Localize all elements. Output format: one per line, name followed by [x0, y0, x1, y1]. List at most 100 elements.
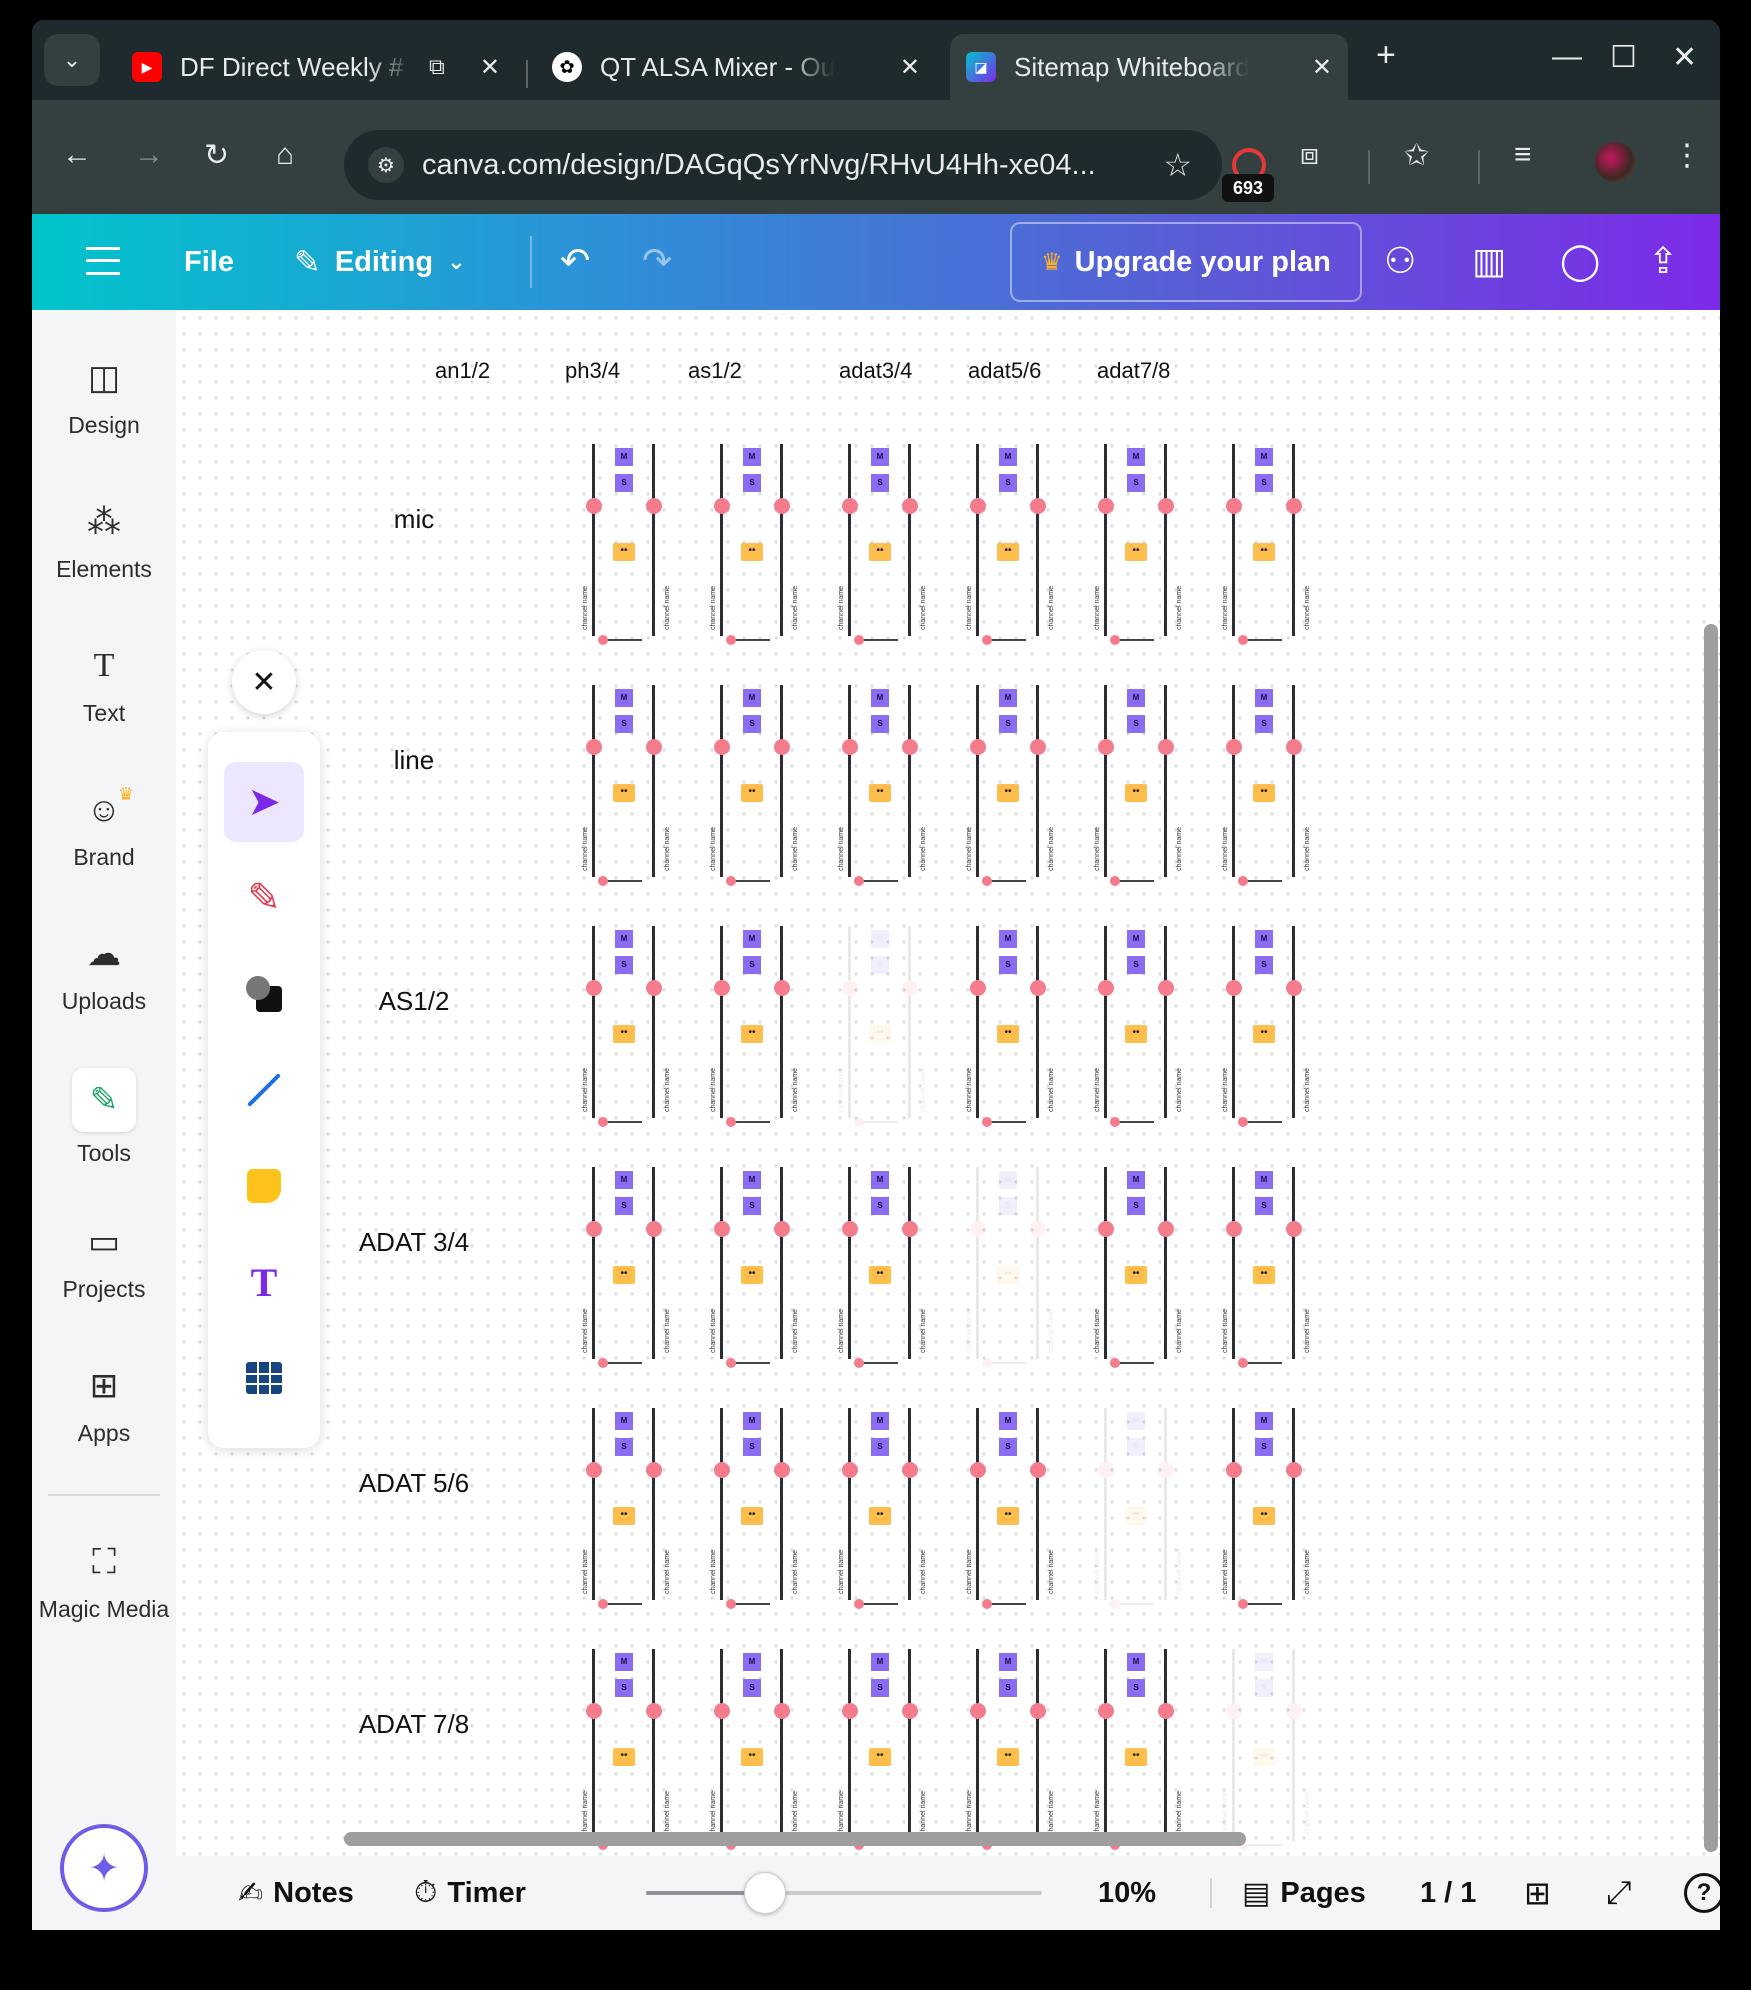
- mute-button[interactable]: M: [1127, 1653, 1145, 1671]
- balance-handle[interactable]: [1110, 876, 1120, 886]
- fader-handle[interactable]: [970, 739, 986, 755]
- whiteboard-canvas[interactable]: an1/2 ph3/4 as1/2 adat3/4 adat5/6 adat7/8 mic M…: [176, 310, 1720, 1856]
- fader-handle[interactable]: [586, 1221, 602, 1237]
- solo-button[interactable]: S: [1255, 1438, 1273, 1456]
- page-counter[interactable]: 1 / 1: [1420, 1856, 1476, 1930]
- fader-track[interactable]: [976, 1167, 979, 1359]
- mute-button[interactable]: M: [615, 1653, 633, 1671]
- mixer-strip[interactable]: M S •• channel name channel name: [832, 444, 932, 645]
- column-header[interactable]: adat5/6: [968, 358, 1041, 384]
- fader-handle[interactable]: [1030, 1462, 1046, 1478]
- fader-track[interactable]: [780, 1408, 783, 1600]
- sidebar-item-projects[interactable]: ▭ Projects: [32, 1222, 176, 1303]
- link-button[interactable]: ••: [613, 543, 635, 561]
- column-header[interactable]: adat3/4: [839, 358, 912, 384]
- pages-button[interactable]: ▤ Pages: [1242, 1856, 1366, 1930]
- sidebar-item-tools[interactable]: ✎ Tools: [32, 1068, 176, 1167]
- mixer-strip[interactable]: M S •• channel name channel name: [576, 685, 676, 886]
- balance-handle[interactable]: [854, 1358, 864, 1368]
- mixer-strip[interactable]: M S •• channel name channel name: [960, 926, 1060, 1127]
- fader-handle[interactable]: [902, 1221, 918, 1237]
- pen-tool[interactable]: ✎: [224, 858, 304, 938]
- close-tab-icon[interactable]: ✕: [480, 53, 500, 82]
- zoom-slider[interactable]: [646, 1891, 1042, 1895]
- timer-button[interactable]: ⏱ Timer: [414, 1856, 526, 1930]
- mute-button[interactable]: M: [615, 448, 633, 466]
- mute-button[interactable]: M: [743, 930, 761, 948]
- solo-button[interactable]: S: [615, 956, 633, 974]
- solo-button[interactable]: S: [871, 956, 889, 974]
- mixer-strip[interactable]: M S •• channel name channel name: [960, 685, 1060, 886]
- balance-handle[interactable]: [598, 1599, 608, 1609]
- mute-button[interactable]: M: [871, 448, 889, 466]
- mute-button[interactable]: M: [743, 448, 761, 466]
- solo-button[interactable]: S: [743, 1197, 761, 1215]
- fader-track[interactable]: [1232, 1649, 1235, 1841]
- redo-icon[interactable]: ↷: [642, 240, 672, 282]
- fader-handle[interactable]: [586, 739, 602, 755]
- fader-track[interactable]: [1292, 1408, 1295, 1600]
- fader-handle[interactable]: [902, 1703, 918, 1719]
- link-button[interactable]: ••: [1125, 1507, 1147, 1525]
- fader-handle[interactable]: [1030, 739, 1046, 755]
- mixer-strip[interactable]: M S •• channel name channel name: [1216, 926, 1316, 1127]
- mute-button[interactable]: M: [1127, 930, 1145, 948]
- media-control-icon[interactable]: ≡: [1514, 138, 1532, 172]
- fader-handle[interactable]: [1286, 739, 1302, 755]
- solo-button[interactable]: S: [1255, 1197, 1273, 1215]
- solo-button[interactable]: S: [615, 1197, 633, 1215]
- mixer-strip[interactable]: M S •• channel name channel name: [960, 444, 1060, 645]
- vertical-scrollbar[interactable]: [1704, 624, 1718, 1852]
- fader-handle[interactable]: [1098, 1703, 1114, 1719]
- fader-track[interactable]: [1292, 444, 1295, 636]
- fader-track[interactable]: [848, 926, 851, 1118]
- mute-button[interactable]: M: [999, 689, 1017, 707]
- solo-button[interactable]: S: [743, 956, 761, 974]
- mute-button[interactable]: M: [743, 689, 761, 707]
- fader-track[interactable]: [976, 1408, 979, 1600]
- fader-track[interactable]: [1104, 926, 1107, 1118]
- fader-track[interactable]: [1036, 444, 1039, 636]
- fader-handle[interactable]: [1098, 739, 1114, 755]
- home-icon[interactable]: ⌂: [276, 138, 294, 172]
- new-tab-icon[interactable]: +: [1376, 36, 1396, 75]
- fader-track[interactable]: [652, 685, 655, 877]
- solo-button[interactable]: S: [871, 1197, 889, 1215]
- mute-button[interactable]: M: [871, 1171, 889, 1189]
- fader-track[interactable]: [1164, 1408, 1167, 1600]
- solo-button[interactable]: S: [871, 1679, 889, 1697]
- fader-handle[interactable]: [970, 980, 986, 996]
- fader-track[interactable]: [652, 444, 655, 636]
- fader-track[interactable]: [720, 926, 723, 1118]
- sidebar-item-brand[interactable]: ☺ ♛ Brand: [32, 784, 176, 871]
- balance-handle[interactable]: [854, 1117, 864, 1127]
- fader-handle[interactable]: [1030, 980, 1046, 996]
- mute-button[interactable]: M: [871, 1653, 889, 1671]
- link-button[interactable]: ••: [741, 1266, 763, 1284]
- row-header[interactable]: mic: [314, 504, 514, 535]
- fader-track[interactable]: [1232, 1167, 1235, 1359]
- balance-handle[interactable]: [1110, 635, 1120, 645]
- link-button[interactable]: ••: [997, 784, 1019, 802]
- table-tool[interactable]: [224, 1338, 304, 1418]
- link-button[interactable]: ••: [741, 1748, 763, 1766]
- link-button[interactable]: ••: [1253, 784, 1275, 802]
- balance-handle[interactable]: [726, 876, 736, 886]
- mute-button[interactable]: M: [999, 1171, 1017, 1189]
- solo-button[interactable]: S: [615, 474, 633, 492]
- fader-handle[interactable]: [902, 498, 918, 514]
- balance-handle[interactable]: [982, 1358, 992, 1368]
- balance-handle[interactable]: [598, 635, 608, 645]
- fader-track[interactable]: [908, 444, 911, 636]
- solo-button[interactable]: S: [1255, 715, 1273, 733]
- row-header[interactable]: ADAT 7/8: [314, 1709, 514, 1740]
- fader-track[interactable]: [592, 1167, 595, 1359]
- fader-handle[interactable]: [646, 1703, 662, 1719]
- link-button[interactable]: ••: [613, 1507, 635, 1525]
- mixer-strip[interactable]: M S •• channel name channel name: [704, 926, 804, 1127]
- mixer-strip[interactable]: M S •• channel name channel name: [1088, 1649, 1188, 1850]
- link-button[interactable]: ••: [997, 1507, 1019, 1525]
- balance-handle[interactable]: [1238, 1117, 1248, 1127]
- fader-track[interactable]: [780, 444, 783, 636]
- sidebar-item-apps[interactable]: ⊞ Apps: [32, 1366, 176, 1447]
